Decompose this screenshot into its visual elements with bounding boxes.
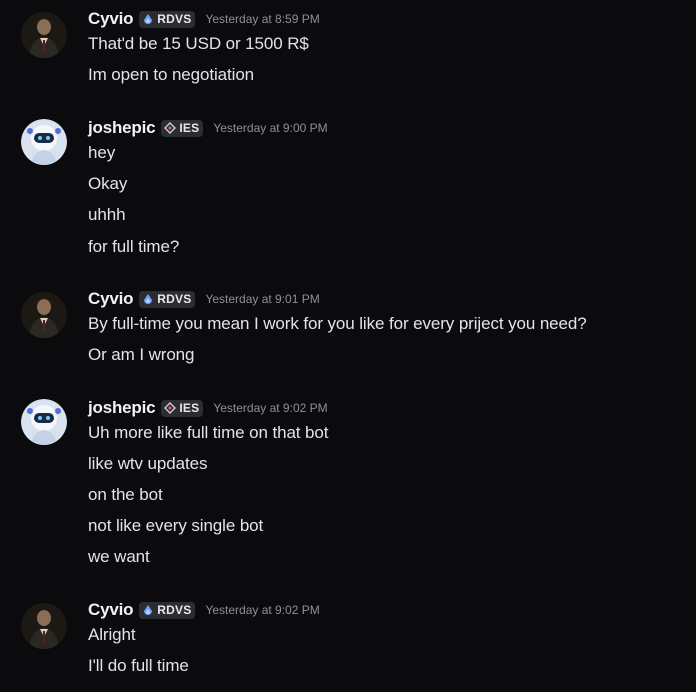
server-tag-label: IES (179, 121, 200, 135)
message-group: Cyvio RDVS Yesterday at 9:02 PM Alright … (0, 599, 696, 681)
message-line: Okay (88, 174, 128, 193)
server-tag[interactable]: RDVS (139, 290, 196, 308)
timestamp: Yesterday at 9:02 PM (205, 603, 320, 617)
message-line: we want (88, 547, 150, 566)
server-tag-label: RDVS (157, 12, 192, 26)
message-line: Alright (88, 625, 136, 644)
droplet-icon (142, 13, 154, 25)
avatar[interactable] (21, 292, 67, 338)
avatar[interactable] (21, 603, 67, 649)
server-tag[interactable]: RDVS (139, 601, 196, 619)
message-line: Or am I wrong (88, 345, 195, 364)
message-header: Cyvio RDVS Yesterday at 8:59 PM (88, 8, 320, 30)
message-header: joshepic IES Yesterday at 9:02 PM (88, 397, 328, 419)
username[interactable]: Cyvio (88, 289, 133, 309)
message-group: joshepic IES Yesterday at 9:02 PM Uh mor… (0, 397, 696, 573)
message-line: Uh more like full time on that bot (88, 423, 329, 442)
diamond-star-icon (164, 122, 177, 134)
message-group: joshepic IES Yesterday at 9:00 PM hey Ok… (0, 117, 696, 262)
message-header: Cyvio RDVS Yesterday at 9:01 PM (88, 288, 320, 310)
person-avatar-icon (21, 292, 67, 338)
username[interactable]: Cyvio (88, 600, 133, 620)
username[interactable]: Cyvio (88, 9, 133, 29)
message-header: Cyvio RDVS Yesterday at 9:02 PM (88, 599, 320, 621)
chat-messages: Cyvio RDVS Yesterday at 8:59 PM That'd b… (0, 0, 696, 692)
droplet-icon (142, 604, 154, 616)
avatar[interactable] (21, 12, 67, 58)
timestamp: Yesterday at 9:01 PM (205, 292, 320, 306)
robot-avatar-icon (21, 399, 67, 445)
diamond-star-icon (164, 402, 177, 414)
message-line: uhhh (88, 205, 126, 224)
message-line: I'll do full time (88, 656, 189, 675)
avatar[interactable] (21, 399, 67, 445)
timestamp: Yesterday at 9:00 PM (213, 121, 328, 135)
message-line: That'd be 15 USD or 1500 R$ (88, 34, 309, 53)
message-line: on the bot (88, 485, 163, 504)
username[interactable]: joshepic (88, 398, 156, 418)
username[interactable]: joshepic (88, 118, 156, 138)
droplet-icon (142, 293, 154, 305)
message-line: for full time? (88, 237, 180, 256)
timestamp: Yesterday at 8:59 PM (205, 12, 320, 26)
person-avatar-icon (21, 603, 67, 649)
server-tag-label: RDVS (157, 603, 192, 617)
message-line: Im open to negotiation (88, 65, 255, 84)
robot-avatar-icon (21, 119, 67, 165)
message-group: Cyvio RDVS Yesterday at 8:59 PM That'd b… (0, 8, 696, 88)
server-tag[interactable]: RDVS (139, 10, 196, 28)
message-line: hey (88, 143, 116, 162)
timestamp: Yesterday at 9:02 PM (213, 401, 328, 415)
avatar[interactable] (21, 119, 67, 165)
server-tag-label: IES (179, 401, 200, 415)
server-tag-label: RDVS (157, 292, 192, 306)
message-header: joshepic IES Yesterday at 9:00 PM (88, 117, 328, 139)
server-tag[interactable]: IES (161, 399, 204, 417)
person-avatar-icon (21, 12, 67, 58)
message-group: Cyvio RDVS Yesterday at 9:01 PM By full-… (0, 288, 696, 368)
message-line: like wtv updates (88, 454, 208, 473)
server-tag[interactable]: IES (161, 119, 204, 137)
message-line: By full-time you mean I work for you lik… (88, 314, 587, 333)
message-line: not like every single bot (88, 516, 264, 535)
